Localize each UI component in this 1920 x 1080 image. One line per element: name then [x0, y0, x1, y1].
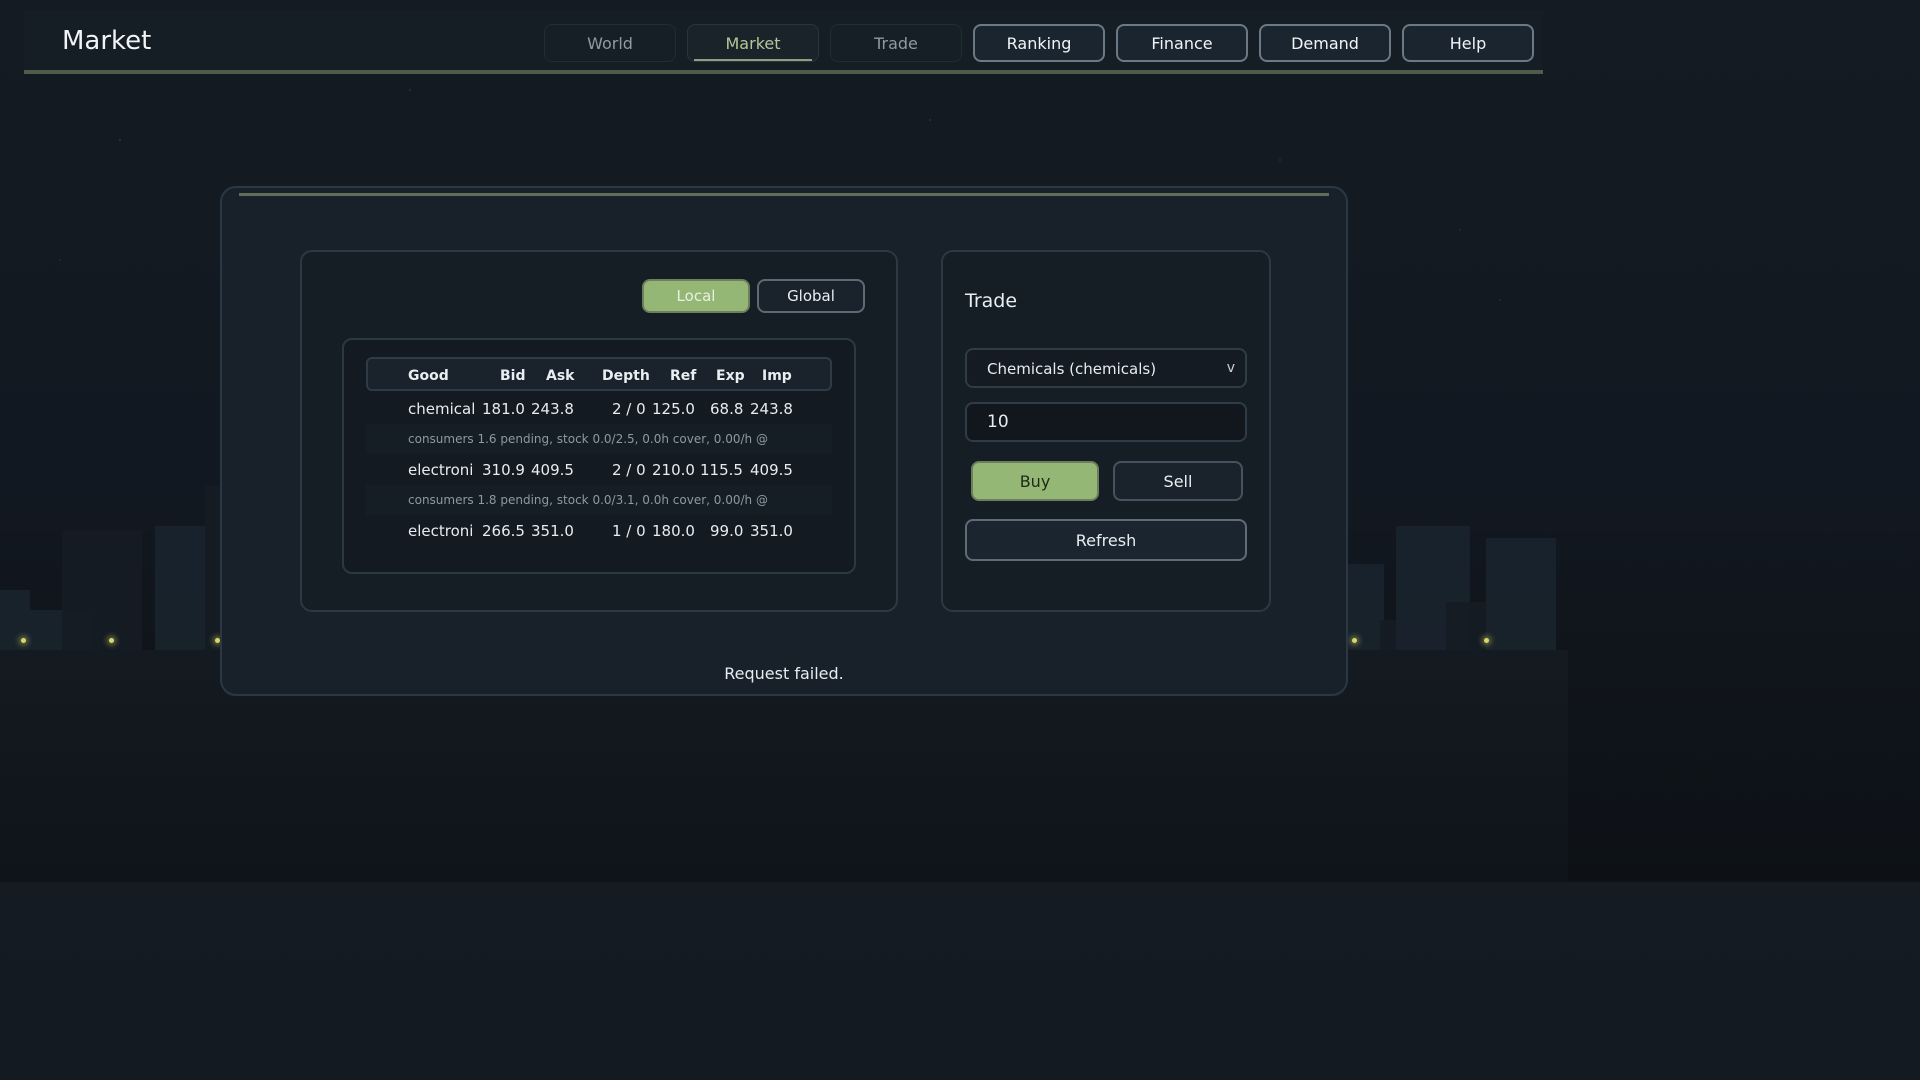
cell-good: electroni [408, 461, 474, 479]
cell-exp: 68.8 [710, 400, 744, 418]
local-toggle-button[interactable]: Local [642, 279, 750, 313]
column-header-depth: Depth [602, 368, 650, 384]
column-header-exp: Exp [716, 368, 745, 384]
cell-imp: 243.8 [750, 400, 793, 418]
status-message: Request failed. [724, 664, 844, 683]
panel-accent-line [239, 193, 1329, 196]
cell-ask: 243.8 [531, 400, 574, 418]
market-table: Good Bid Ask Depth Ref Exp Imp chemical … [342, 338, 856, 574]
buy-button[interactable]: Buy [971, 461, 1099, 501]
cell-imp: 409.5 [750, 461, 793, 479]
cell-depth: 2 / 0 [612, 461, 646, 479]
trade-title: Trade [965, 290, 1018, 312]
refresh-button[interactable]: Refresh [965, 519, 1247, 561]
cell-bid: 310.9 [482, 461, 525, 479]
nav-tabs: World Market Trade Ranking Finance Deman… [544, 24, 1534, 62]
cell-depth: 1 / 0 [612, 522, 646, 540]
row-note: consumers 1.8 pending, stock 0.0/3.1, 0.… [366, 485, 832, 515]
quantity-input[interactable] [965, 402, 1247, 442]
top-bar: Market World Market Trade Ranking Financ… [24, 10, 1543, 74]
cell-ref: 210.0 [652, 461, 695, 479]
cell-ask: 409.5 [531, 461, 574, 479]
tab-market[interactable]: Market [687, 24, 819, 62]
market-card: Local Global Good Bid Ask Depth Ref Exp … [300, 250, 898, 612]
cell-imp: 351.0 [750, 522, 793, 540]
market-panel: Local Global Good Bid Ask Depth Ref Exp … [220, 186, 1348, 696]
trade-card: Trade Chemicals (chemicals) v Buy Sell R… [941, 250, 1271, 612]
cell-ref: 125.0 [652, 400, 695, 418]
tab-trade[interactable]: Trade [830, 24, 962, 62]
cell-bid: 181.0 [482, 400, 525, 418]
chevron-down-icon: v [1226, 360, 1235, 376]
good-select-value: Chemicals (chemicals) [987, 360, 1157, 378]
sell-button[interactable]: Sell [1113, 461, 1243, 501]
global-toggle-button[interactable]: Global [757, 279, 865, 313]
column-header-good: Good [408, 368, 449, 384]
cell-bid: 266.5 [482, 522, 525, 540]
tab-demand[interactable]: Demand [1259, 24, 1391, 62]
tab-ranking[interactable]: Ranking [973, 24, 1105, 62]
tab-finance[interactable]: Finance [1116, 24, 1248, 62]
app-title: Market [62, 26, 152, 56]
cell-ref: 180.0 [652, 522, 695, 540]
row-note-text: consumers 1.8 pending, stock 0.0/3.1, 0.… [408, 493, 768, 507]
cell-depth: 2 / 0 [612, 400, 646, 418]
column-header-bid: Bid [500, 368, 526, 384]
cell-good: electroni [408, 522, 474, 540]
column-header-ask: Ask [546, 368, 575, 384]
row-note: consumers 1.6 pending, stock 0.0/2.5, 0.… [366, 424, 832, 454]
table-row[interactable]: chemical 181.0 243.8 2 / 0 125.0 68.8 24… [366, 394, 832, 424]
tab-world[interactable]: World [544, 24, 676, 62]
cell-exp: 115.5 [700, 461, 743, 479]
table-header: Good Bid Ask Depth Ref Exp Imp [366, 357, 832, 391]
column-header-ref: Ref [670, 368, 697, 384]
column-header-imp: Imp [762, 368, 792, 384]
tab-help[interactable]: Help [1402, 24, 1534, 62]
good-select[interactable]: Chemicals (chemicals) v [965, 348, 1247, 388]
cell-good: chemical [408, 400, 476, 418]
table-row[interactable]: electroni 266.5 351.0 1 / 0 180.0 99.0 3… [366, 516, 832, 546]
cell-ask: 351.0 [531, 522, 574, 540]
cell-exp: 99.0 [710, 522, 744, 540]
row-note-text: consumers 1.6 pending, stock 0.0/2.5, 0.… [408, 432, 768, 446]
table-row[interactable]: electroni 310.9 409.5 2 / 0 210.0 115.5 … [366, 455, 832, 485]
